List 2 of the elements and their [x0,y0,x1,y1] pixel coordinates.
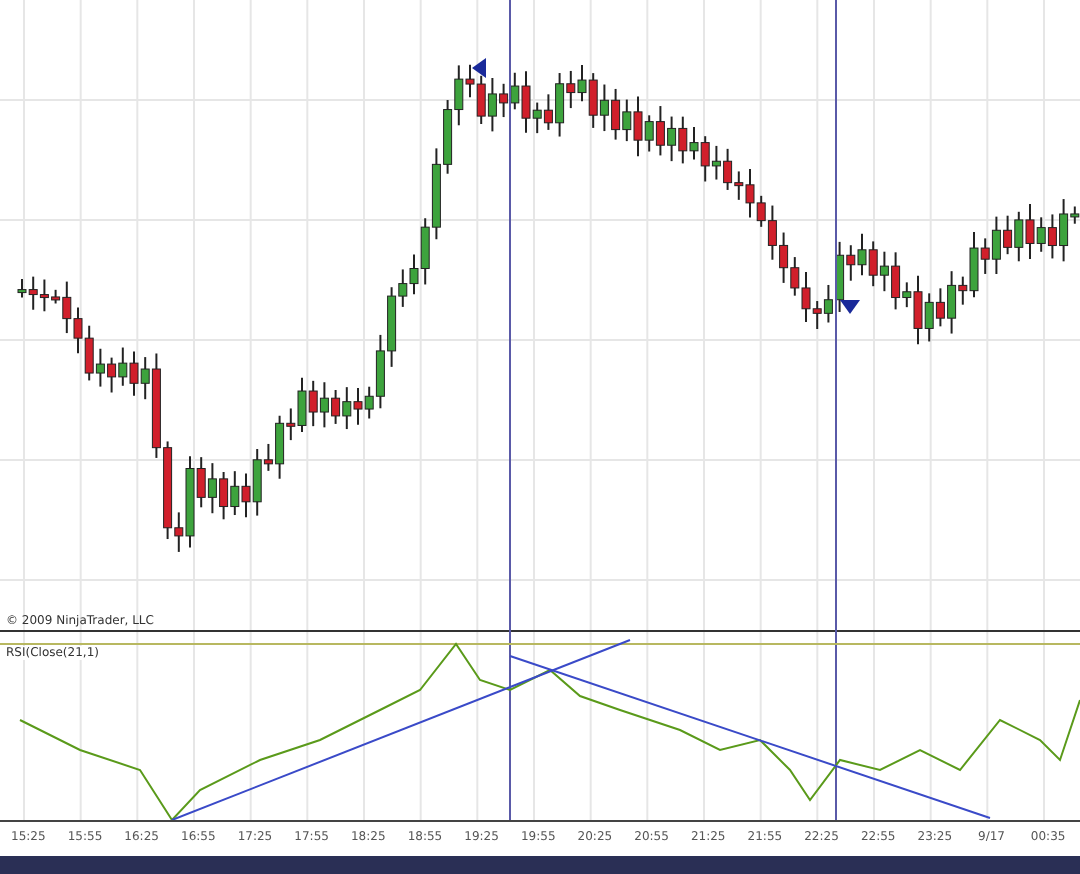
triangle-icon [472,58,486,78]
triangle-icon [840,300,860,314]
